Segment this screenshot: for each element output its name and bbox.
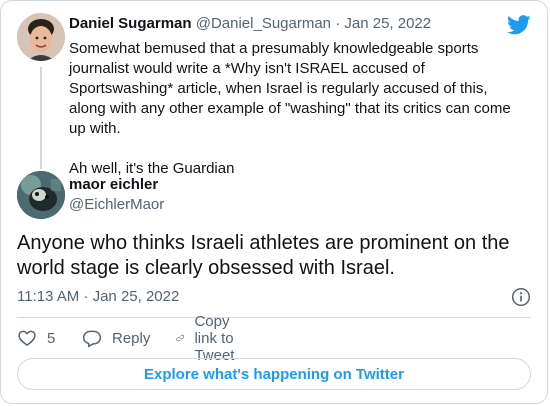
avatar-image xyxy=(17,13,65,61)
author-name[interactable]: maor eichler xyxy=(69,176,158,193)
thread-connector-line xyxy=(40,67,42,169)
divider xyxy=(17,317,531,318)
tweet-date[interactable]: Jan 25, 2022 xyxy=(344,15,431,32)
copy-link-label: Copy link to Tweet xyxy=(194,312,235,364)
info-icon[interactable] xyxy=(511,287,531,307)
separator-dot: · xyxy=(335,15,341,32)
avatar-image xyxy=(17,171,65,219)
heart-icon xyxy=(18,330,36,346)
reply-bubble-icon xyxy=(82,330,102,348)
avatar[interactable] xyxy=(17,171,65,219)
author-handle[interactable]: @Daniel_Sugarman xyxy=(196,15,331,32)
reply-label: Reply xyxy=(112,329,151,347)
like-count: 5 xyxy=(47,329,56,347)
avatar[interactable] xyxy=(17,13,65,61)
explore-twitter-button[interactable]: Explore what's happening on Twitter xyxy=(17,358,531,390)
reply-tweet-text: Anyone who thinks Israeli athletes are p… xyxy=(17,232,510,279)
like-button[interactable]: 5 xyxy=(17,327,55,349)
tweet-embed-card: Daniel Sugarman @Daniel_Sugarman · Jan 2… xyxy=(0,0,548,404)
parent-tweet-text: Somewhat bemused that a presumably knowl… xyxy=(69,39,524,179)
author-handle[interactable]: @EichlerMaor xyxy=(69,196,164,213)
parent-tweet-paragraph-1: Somewhat bemused that a presumably knowl… xyxy=(69,40,511,137)
copy-link-button[interactable]: Copy link to Tweet xyxy=(176,313,246,364)
link-icon xyxy=(176,334,185,342)
reply-button[interactable]: Reply xyxy=(82,327,150,349)
twitter-bird-icon[interactable] xyxy=(507,15,531,35)
parent-tweet-header: Daniel Sugarman @Daniel_Sugarman · Jan 2… xyxy=(69,15,431,32)
tweet-timestamp[interactable]: 11:13 AM · Jan 25, 2022 xyxy=(17,288,179,305)
author-name[interactable]: Daniel Sugarman xyxy=(69,15,192,32)
